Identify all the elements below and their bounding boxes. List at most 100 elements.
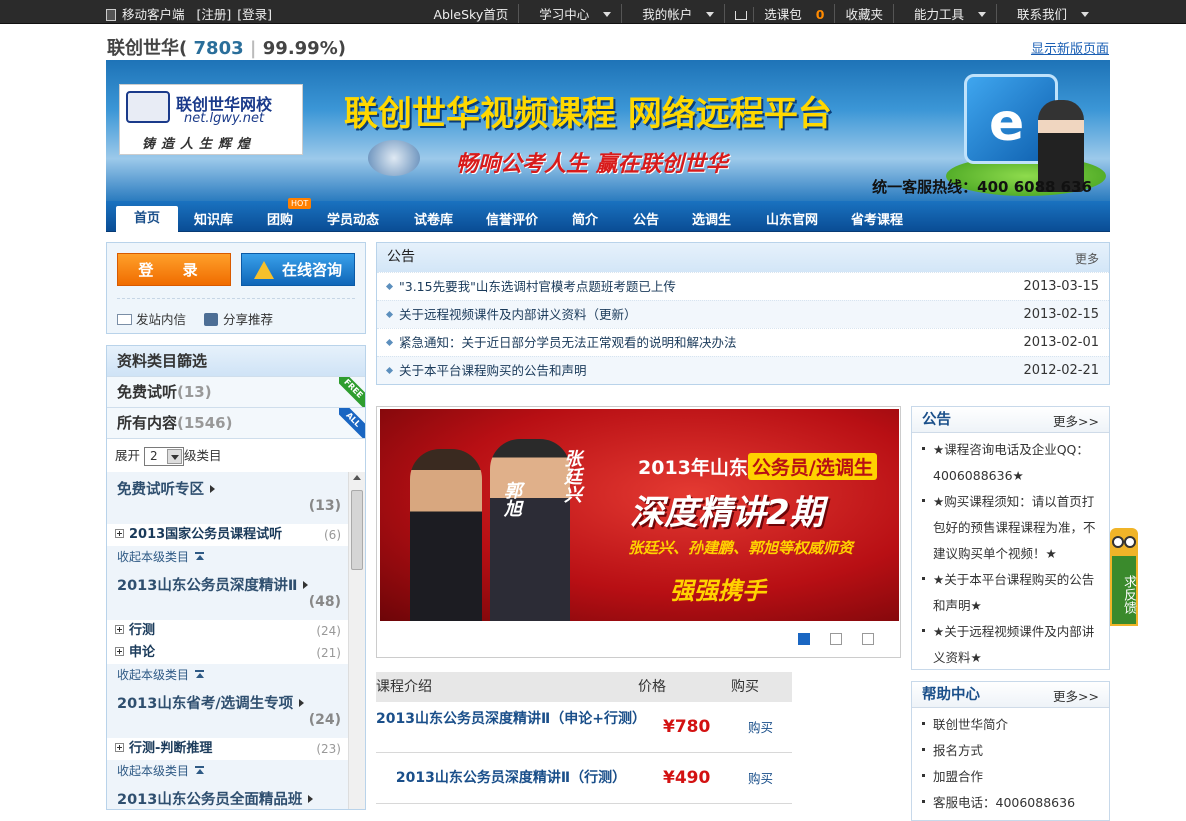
tree-section-title[interactable]: 免费试听专区 (13) (107, 472, 349, 524)
cart-count: 0 (815, 7, 825, 22)
login-link[interactable]: [登录] (237, 4, 272, 23)
register-link[interactable]: [注册] (197, 4, 232, 23)
tree-section: 免费试听专区 (13) 2013国家公务员课程试听 (6) 收起本级类目 (107, 472, 349, 568)
tree-item[interactable]: 2013国家公务员课程试听 (6) (107, 524, 349, 546)
nav-knowledge[interactable]: 知识库 (194, 209, 233, 228)
nav-provincial-courses[interactable]: 省考课程 (851, 209, 903, 228)
tools-menu[interactable]: 能力工具 (892, 4, 996, 23)
course-name-link[interactable]: 2013山东公务员深度精讲Ⅱ（行测） (376, 769, 646, 787)
owl-icon (1110, 528, 1138, 556)
left-column: 登 录 在线咨询 发站内信 分享推荐 资料类目篩选 免费试听(13) FREE … (106, 242, 366, 810)
site-logo[interactable]: 联创世华网校 net.lgwy.net 铸造人生辉煌 (119, 84, 303, 155)
notice-board: 公告 更多 "3.15先要我"山东选调村官模考点题班考题已上传 2013-03-15… (376, 242, 1110, 385)
course-cart-link[interactable]: 选课包 0 (724, 4, 834, 23)
online-consult-button[interactable]: 在线咨询 (241, 253, 355, 286)
collapse-link[interactable]: 收起本级类目 (107, 546, 349, 568)
expand-plus-icon[interactable] (115, 625, 124, 634)
nav-shandong-site[interactable]: 山东官网 (766, 209, 818, 228)
tree-section-title[interactable]: 2013山东省考/选调生专项 (24) (107, 686, 349, 738)
expand-plus-icon[interactable] (115, 529, 124, 538)
notice-row[interactable]: "3.15先要我"山东选调村官模考点题班考题已上传 2013-03-15 (377, 272, 1109, 300)
filter-free[interactable]: 免费试听(13) FREE (107, 376, 365, 407)
new-version-link[interactable]: 显示新版页面 (1031, 38, 1109, 57)
slide-dot-1[interactable] (798, 633, 810, 645)
tree-section-title[interactable]: 2013山东公务员全面精品班 (107, 782, 349, 809)
slide-dot-2[interactable] (830, 633, 842, 645)
help-more[interactable]: 更多>> (1053, 684, 1099, 710)
hot-badge: HOT (288, 198, 312, 209)
send-message-link[interactable]: 发站内信 (117, 309, 186, 328)
header-buy: 购买 (731, 679, 759, 695)
tree-section: 2013山东公务员全面精品班 (107, 782, 349, 809)
filter-all[interactable]: 所有内容(1546) ALL (107, 407, 365, 438)
nav-exam-bank[interactable]: 试卷库 (414, 209, 453, 228)
help-item[interactable]: 客服电话：4006088636 (922, 790, 1101, 816)
tree-item[interactable]: 申论 (21) (107, 642, 349, 664)
collapse-link[interactable]: 收起本级类目 (107, 664, 349, 686)
buy-button[interactable]: 购买 (748, 702, 773, 753)
nav-reputation[interactable]: 信誉评价 (486, 209, 538, 228)
tree-item[interactable]: 行测 (24) (107, 620, 349, 642)
side-notice-item[interactable]: ★课程咨询电话及企业QQ：4006088636★ (922, 437, 1101, 489)
help-item[interactable]: 报名方式 (922, 738, 1101, 764)
notice-row[interactable]: 紧急通知：关于近日部分学员无法正常观看的说明和解决办法 2013-02-01 (377, 328, 1109, 356)
nav-home[interactable]: 首页 (116, 206, 178, 232)
side-notice-item[interactable]: ★关于远程视频课件及内部讲义资料★ (922, 619, 1101, 671)
notice-more-link[interactable]: 更多 (1075, 245, 1099, 274)
expand-plus-icon[interactable] (115, 743, 124, 752)
teacher-name: 张廷兴 (561, 449, 582, 503)
side-notice-more[interactable]: 更多>> (1053, 409, 1099, 435)
course-name-link[interactable]: 2013山东公务员深度精讲Ⅱ（申论+行测） (376, 710, 646, 728)
nav-student-news[interactable]: 学员动态 (327, 209, 379, 228)
chevron-down-icon (167, 449, 182, 464)
scroll-thumb[interactable] (351, 490, 363, 570)
satellite-icon (368, 140, 420, 176)
nav-notice[interactable]: 公告 (633, 209, 659, 228)
bullet-icon (385, 310, 394, 319)
promo-tagline: 强强携手 (670, 577, 766, 605)
help-item[interactable]: 联创世华简介 (922, 712, 1101, 738)
notice-row[interactable]: 关于远程视频课件及内部讲义资料（更新） 2013-02-15 (377, 300, 1109, 328)
notice-row[interactable]: 关于本平台课程购买的公告和声明 2012-02-21 (377, 356, 1109, 384)
buy-button[interactable]: 购买 (748, 753, 773, 804)
nav-selected-graduates[interactable]: 选调生 (692, 209, 731, 228)
scroll-up-icon[interactable] (353, 475, 361, 480)
share-link[interactable]: 分享推荐 (204, 309, 273, 328)
tree-item[interactable]: 行测-判断推理 (23) (107, 738, 349, 760)
top-bar: 移动客户端 [注册] [登录] AbleSky首页 学习中心 我的帐户 选课包 … (0, 0, 1186, 24)
my-account-menu[interactable]: 我的帐户 (621, 4, 724, 23)
mobile-client-link[interactable]: 移动客户端 (106, 4, 185, 23)
help-center: 帮助中心 更多>> 联创世华简介 报名方式 加盟合作 客服电话：400608863… (911, 681, 1110, 821)
member-count: 7803 (193, 38, 244, 59)
logo-slogan: 铸造人生辉煌 (142, 137, 257, 152)
feedback-widget[interactable]: 求反馈 (1110, 528, 1138, 626)
promo-image[interactable]: 郭旭 张廷兴 2013年山东 公务员/选调生 深度精讲2期 张廷兴、孙建鹏、郭旭等… (380, 409, 899, 621)
divider (117, 298, 355, 299)
course-row: 2013山东公务员深度精讲Ⅱ（申论+行测） ¥780 购买 (376, 702, 792, 753)
notice-header: 公告 更多 (377, 243, 1109, 272)
nav-intro[interactable]: 简介 (572, 209, 598, 228)
collapse-link[interactable]: 收起本级类目 (107, 760, 349, 782)
slide-dot-3[interactable] (862, 633, 874, 645)
login-button[interactable]: 登 录 (117, 253, 231, 286)
promo-subtitle: 2013年山东 公务员/选调生 (638, 453, 877, 480)
course-price: ¥490 (663, 768, 711, 788)
nav-group-buy[interactable]: 团购 (267, 209, 293, 228)
favorites-link[interactable]: 收藏夹 (834, 4, 893, 23)
header-banner: 联创世华网校 net.lgwy.net 铸造人生辉煌 联创世华视频课程 网络远程… (106, 60, 1110, 201)
side-notice-item[interactable]: ★购买课程须知：请以首页打包好的预售课程课程为准，不建议购买单个视频！★ (922, 489, 1101, 567)
side-notice: 公告 更多>> ★课程咨询电话及企业QQ：4006088636★ ★购买课程须知：… (911, 406, 1110, 670)
bullet-icon (385, 338, 394, 347)
side-notice-item[interactable]: ★关于本平台课程购买的公告和声明★ (922, 567, 1101, 619)
study-center-menu[interactable]: 学习中心 (518, 4, 621, 23)
bullet-icon (385, 366, 394, 375)
help-item[interactable]: 加盟合作 (922, 764, 1101, 790)
tree-scrollbar[interactable] (348, 472, 365, 809)
tree-section-title[interactable]: 2013山东公务员深度精讲Ⅱ (48) (107, 568, 349, 620)
level-select[interactable]: 2 (144, 447, 184, 466)
contact-menu[interactable]: 联系我们 (995, 4, 1099, 23)
ablesky-home-link[interactable]: AbleSky首页 (423, 4, 518, 23)
course-table: 课程介绍 价格 购买 2013山东公务员深度精讲Ⅱ（申论+行测） ¥780 购买… (376, 672, 792, 804)
banner-slogan: 畅响公考人生 赢在联创世华 (456, 152, 728, 177)
expand-plus-icon[interactable] (115, 647, 124, 656)
